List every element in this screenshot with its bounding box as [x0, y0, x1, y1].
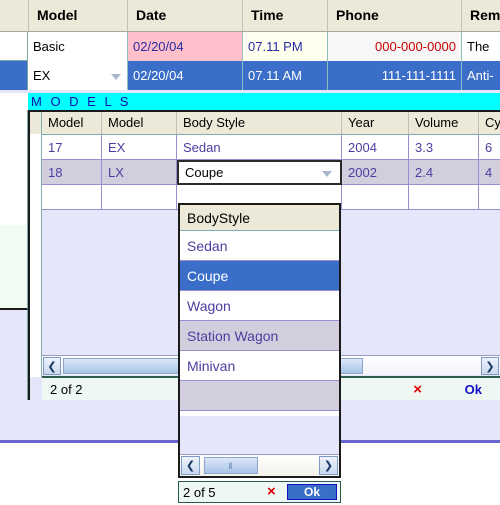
- scroll-right-icon[interactable]: ❯: [319, 456, 338, 475]
- detail-column-header-volume[interactable]: Volume: [409, 112, 479, 134]
- cell-cyl[interactable]: [479, 185, 500, 210]
- chevron-down-icon[interactable]: [111, 73, 121, 80]
- list-item[interactable]: Minivan: [180, 351, 339, 381]
- cell-volume[interactable]: [409, 185, 479, 210]
- dropdown-cancel-button[interactable]: ×: [267, 482, 276, 502]
- cell-cyl[interactable]: 4: [479, 160, 500, 185]
- outer-grid-gutter-mid: [0, 225, 28, 310]
- cell-model[interactable]: [102, 185, 177, 210]
- chevron-down-icon[interactable]: [322, 170, 332, 177]
- cell-model-value: EX: [33, 68, 51, 83]
- dropdown-pager: 2 of 5: [183, 485, 216, 500]
- cell-bodystyle-editor[interactable]: Coupe: [177, 160, 342, 185]
- cell-year[interactable]: 2002: [342, 160, 409, 185]
- scroll-left-icon[interactable]: ❮: [43, 357, 61, 375]
- cell-bodystyle-value: Coupe: [185, 165, 224, 180]
- table-row[interactable]: 17 EX Sedan 2004 3.3 6: [42, 135, 500, 160]
- detail-column-header-modelid[interactable]: Model: [42, 112, 102, 134]
- table-row[interactable]: 18 LX Coupe 2002 2.4 4: [42, 160, 500, 185]
- cell-cyl[interactable]: 6: [479, 135, 500, 160]
- row-indicator[interactable]: [0, 61, 28, 90]
- dropdown-empty-area: [180, 416, 339, 454]
- cell-year[interactable]: [342, 185, 409, 210]
- cell-model[interactable]: Basic: [28, 32, 128, 61]
- detail-grid-rows: 17 EX Sedan 2004 3.3 6 18 LX Coupe 2002 …: [42, 135, 500, 210]
- dropdown-ok-button[interactable]: Ok: [287, 484, 337, 500]
- detail-grid-header: Model Model Body Style Year Volume Cyl: [42, 112, 500, 135]
- dropdown-statusbar: 2 of 5 × Ok: [178, 481, 341, 503]
- detail-grid-gutter-body: [30, 134, 41, 377]
- detail-band-title[interactable]: M O D E L S: [28, 93, 500, 110]
- detail-column-header-year[interactable]: Year: [342, 112, 409, 134]
- outer-column-header-model[interactable]: Model: [28, 0, 128, 31]
- detail-cancel-button[interactable]: ×: [413, 378, 422, 400]
- scroll-left-icon[interactable]: ❮: [181, 456, 200, 475]
- detail-grid-gutter: [30, 112, 42, 377]
- detail-column-header-cyl[interactable]: Cyl: [479, 112, 500, 134]
- cell-remarks[interactable]: The: [462, 32, 500, 61]
- cell-modelid[interactable]: 18: [42, 160, 102, 185]
- cell-bodystyle[interactable]: Sedan: [177, 135, 342, 160]
- cell-modelid[interactable]: [42, 185, 102, 210]
- row-indicator[interactable]: [0, 32, 28, 61]
- cell-time[interactable]: 07.11 AM: [243, 61, 328, 90]
- cell-remarks[interactable]: Anti-: [462, 61, 500, 90]
- cell-date[interactable]: 02/20/04: [128, 61, 243, 90]
- outer-grid-header: Model Date Time Phone Rem: [0, 0, 500, 32]
- cell-phone[interactable]: 111-111-1111: [328, 61, 462, 90]
- list-item-blank[interactable]: [180, 381, 339, 411]
- scroll-thumb-grip: ‖: [228, 460, 234, 471]
- cell-year[interactable]: 2004: [342, 135, 409, 160]
- scroll-thumb[interactable]: ‖: [204, 457, 258, 474]
- dropdown-hscrollbar[interactable]: ❮ ‖ ❯: [180, 454, 339, 476]
- outer-grid-rows: Basic 02/20/04 07.11 PM 000-000-0000 The…: [0, 32, 500, 92]
- cell-date[interactable]: 02/20/04: [128, 32, 243, 61]
- outer-column-header-remarks[interactable]: Rem: [462, 0, 500, 31]
- list-item[interactable]: Wagon: [180, 291, 339, 321]
- cell-time[interactable]: 07.11 PM: [243, 32, 328, 61]
- cell-phone[interactable]: 000-000-0000: [328, 32, 462, 61]
- list-item[interactable]: Station Wagon: [180, 321, 339, 351]
- dropdown-list: Sedan Coupe Wagon Station Wagon Minivan: [180, 231, 339, 416]
- list-item-selected[interactable]: Coupe: [180, 261, 339, 291]
- detail-column-header-bodystyle[interactable]: Body Style: [177, 112, 342, 134]
- bodystyle-dropdown-popup: BodyStyle Sedan Coupe Wagon Station Wago…: [178, 203, 341, 478]
- detail-column-header-model[interactable]: Model: [102, 112, 177, 134]
- cell-model[interactable]: EX: [28, 61, 128, 90]
- outer-grid-gutter-upper: [0, 110, 28, 225]
- cell-model[interactable]: EX: [102, 135, 177, 160]
- dropdown-column-header[interactable]: BodyStyle: [180, 205, 339, 231]
- outer-column-header-phone[interactable]: Phone: [328, 0, 462, 31]
- cell-volume[interactable]: 3.3: [409, 135, 479, 160]
- list-item[interactable]: Sedan: [180, 231, 339, 261]
- cell-modelid[interactable]: 17: [42, 135, 102, 160]
- grid-screen: Model Date Time Phone Rem Basic 02/20/04…: [0, 0, 500, 505]
- detail-band-gutter: [0, 93, 28, 110]
- outer-column-header-time[interactable]: Time: [243, 0, 328, 31]
- detail-grid-pager: 2 of 2: [50, 382, 83, 397]
- scroll-right-icon[interactable]: ❯: [481, 357, 499, 375]
- outer-column-header-date[interactable]: Date: [128, 0, 243, 31]
- table-row[interactable]: Basic 02/20/04 07.11 PM 000-000-0000 The: [0, 32, 500, 61]
- detail-ok-button[interactable]: Ok: [465, 378, 482, 400]
- cell-volume[interactable]: 2.4: [409, 160, 479, 185]
- table-row[interactable]: EX 02/20/04 07.11 AM 111-111-1111 Anti-: [0, 61, 500, 90]
- cell-model[interactable]: LX: [102, 160, 177, 185]
